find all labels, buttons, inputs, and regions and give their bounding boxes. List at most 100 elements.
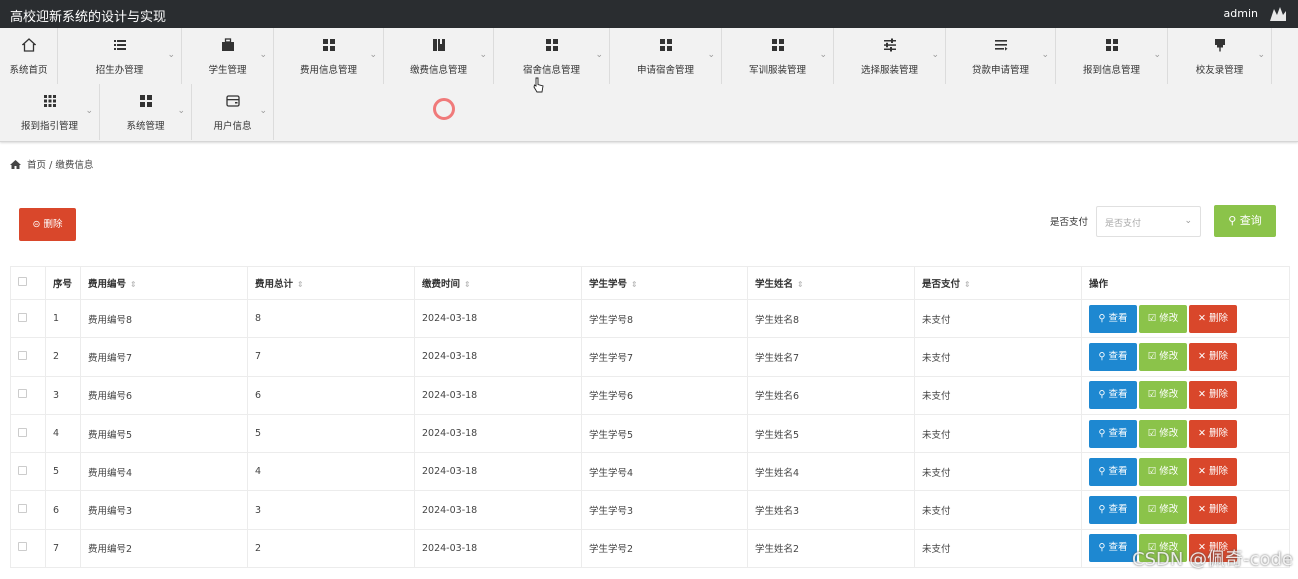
list-icon	[113, 40, 126, 50]
delete-button[interactable]: ✕ 删除	[1189, 304, 1237, 333]
column-header-label: 缴费时间	[422, 279, 461, 290]
delete-button[interactable]: ✕ 删除	[1189, 342, 1237, 371]
row-checkbox[interactable]	[18, 542, 27, 552]
nav-item-14[interactable]: 系统管理 ⌄	[100, 84, 192, 140]
nav-item-7[interactable]: 申请宿舍管理 ⌄	[610, 28, 722, 84]
table-cell: 1	[45, 298, 81, 339]
table-cell: 学生学号5	[581, 413, 748, 454]
select-all-checkbox[interactable]	[18, 277, 27, 286]
delete-button[interactable]: ✕ 删除	[1189, 496, 1237, 525]
delete-button[interactable]: ✕ 删除	[1189, 381, 1237, 410]
row-checkbox-cell	[10, 528, 46, 569]
row-checkbox[interactable]	[18, 504, 27, 514]
table-cell: 费用编号8	[80, 298, 248, 339]
sort-icon[interactable]: ⇕	[464, 280, 471, 289]
nav-item-6[interactable]: 宿舍信息管理 ⌄	[494, 28, 610, 84]
sort-icon[interactable]: ⇕	[297, 280, 304, 289]
view-button[interactable]: ⚲ 查看	[1089, 419, 1137, 448]
actions-cell: ⚲ 查看 ☑ 修改 ✕ 删除	[1081, 413, 1290, 454]
chevron-down-icon: ⌄	[177, 106, 185, 116]
nav-item-15[interactable]: 用户信息 ⌄	[192, 84, 274, 140]
column-header-7[interactable]: 是否支付 ⇕	[914, 266, 1082, 300]
actions-cell: ⚲ 查看 ☑ 修改 ✕ 删除	[1081, 375, 1290, 415]
avatar[interactable]	[1266, 3, 1290, 25]
sort-icon[interactable]: ⇕	[797, 280, 804, 289]
search-icon: ⚲	[1098, 504, 1109, 516]
row-checkbox[interactable]	[18, 350, 27, 360]
edit-button[interactable]: ☑ 修改	[1139, 381, 1187, 410]
nav-item-1[interactable]: 系统首页	[0, 28, 58, 84]
table-cell: 学生姓名3	[747, 490, 915, 530]
row-checkbox-cell	[10, 375, 46, 415]
nav-item-4[interactable]: 费用信息管理 ⌄	[274, 28, 384, 84]
grid-icon	[139, 95, 152, 107]
batch-delete-button[interactable]: ⊝ 删除	[19, 208, 76, 241]
sort-icon[interactable]: ⇕	[631, 280, 638, 289]
table-cell: 未支付	[914, 337, 1082, 377]
edit-button[interactable]: ☑ 修改	[1139, 342, 1187, 371]
nav-item-9[interactable]: 选择服装管理 ⌄	[834, 28, 946, 84]
column-header-2[interactable]: 费用编号 ⇕	[80, 266, 248, 300]
column-header-5[interactable]: 学生学号 ⇕	[581, 266, 748, 300]
nav-item-8[interactable]: 军训服装管理 ⌄	[722, 28, 834, 84]
table-cell: 未支付	[914, 375, 1082, 415]
app-title: 高校迎新系统的设计与实现	[10, 10, 167, 25]
table-cell: 未支付	[914, 528, 1082, 569]
nav-item-12[interactable]: 校友录管理 ⌄	[1168, 28, 1272, 84]
column-header-1: 序号	[45, 266, 81, 300]
row-checkbox[interactable]	[18, 389, 27, 399]
search-icon: ⚲	[1098, 389, 1109, 401]
edit-label: 修改	[1159, 504, 1179, 516]
view-button[interactable]: ⚲ 查看	[1089, 381, 1137, 410]
column-header-4[interactable]: 缴费时间 ⇕	[414, 266, 582, 300]
nav-item-11[interactable]: 报到信息管理 ⌄	[1056, 28, 1168, 84]
column-header-3[interactable]: 费用总计 ⇕	[247, 266, 415, 300]
nav-item-label: 宿舍信息管理	[522, 65, 580, 76]
view-button[interactable]: ⚲ 查看	[1089, 342, 1137, 371]
view-button[interactable]: ⚲ 查看	[1089, 496, 1137, 525]
edit-button[interactable]: ☑ 修改	[1139, 457, 1187, 486]
sort-icon[interactable]: ⇕	[130, 280, 137, 289]
chevron-down-icon: ⌄	[167, 50, 175, 60]
grid-icon	[545, 39, 558, 51]
nav-item-10[interactable]: 贷款申请管理 ⌄	[946, 28, 1056, 84]
table-cell: 5	[45, 452, 81, 492]
nav-item-label: 报到信息管理	[1082, 65, 1140, 76]
row-checkbox[interactable]	[18, 427, 27, 437]
table-cell: 费用编号6	[80, 375, 248, 415]
minus-circle-icon: ⊝	[32, 219, 41, 230]
row-checkbox[interactable]	[18, 312, 27, 322]
nav-item-label: 缴费信息管理	[409, 65, 467, 76]
pay-status-select[interactable]: 是否支付 ⌄	[1096, 206, 1201, 237]
table-cell: 7	[247, 337, 415, 377]
view-button[interactable]: ⚲ 查看	[1089, 457, 1137, 486]
breadcrumb: 首页 / 缴费信息	[10, 157, 93, 171]
actions-cell: ⚲ 查看 ☑ 修改 ✕ 删除	[1081, 490, 1290, 530]
nav-item-5[interactable]: 缴费信息管理 ⌄	[384, 28, 494, 84]
table-cell: 费用编号7	[80, 337, 248, 377]
nav-item-13[interactable]: 报到指引管理 ⌄	[0, 84, 100, 140]
row-checkbox[interactable]	[18, 465, 27, 475]
search-icon: ⚲	[1098, 427, 1109, 439]
nav-item-2[interactable]: 招生办管理 ⌄	[58, 28, 182, 84]
username[interactable]: admin	[1224, 7, 1258, 20]
edit-button[interactable]: ☑ 修改	[1139, 419, 1187, 448]
delete-button[interactable]: ✕ 删除	[1189, 419, 1237, 448]
edit-button[interactable]: ☑ 修改	[1139, 496, 1187, 525]
sort-icon[interactable]: ⇕	[964, 280, 971, 289]
nav-item-label: 贷款申请管理	[971, 65, 1029, 76]
table-cell: 学生学号3	[581, 490, 748, 530]
edit-button[interactable]: ☑ 修改	[1139, 304, 1187, 333]
view-button[interactable]: ⚲ 查看	[1089, 304, 1137, 333]
edit-label: 修改	[1159, 465, 1179, 477]
chevron-down-icon: ⌄	[1153, 50, 1161, 60]
breadcrumb-home[interactable]: 首页	[27, 160, 46, 171]
breadcrumb-separator: /	[49, 160, 53, 171]
view-label: 查看	[1108, 312, 1128, 324]
view-button[interactable]: ⚲ 查看	[1089, 534, 1137, 563]
query-button[interactable]: ⚲ 查询	[1214, 205, 1276, 237]
nav-item-3[interactable]: 学生管理 ⌄	[182, 28, 274, 84]
column-header-label: 学生姓名	[755, 279, 794, 290]
column-header-6[interactable]: 学生姓名 ⇕	[747, 266, 915, 300]
delete-button[interactable]: ✕ 删除	[1189, 457, 1237, 486]
